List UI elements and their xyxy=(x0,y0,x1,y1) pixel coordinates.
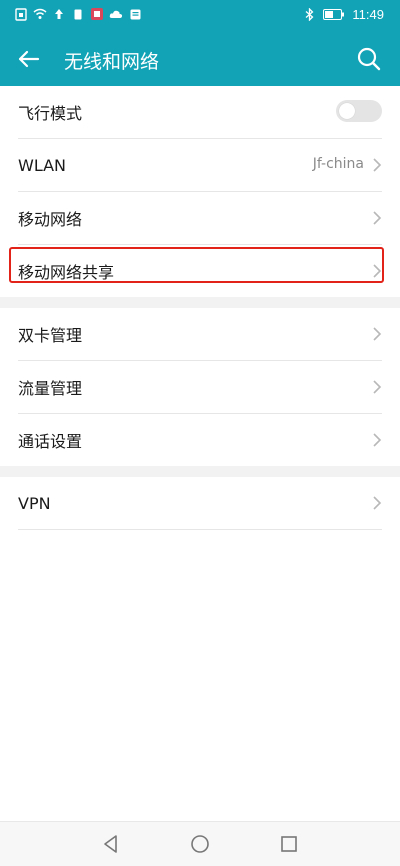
cloud-icon xyxy=(109,7,123,21)
nav-back-button[interactable] xyxy=(100,833,122,855)
row-call-settings[interactable]: 通话设置 xyxy=(18,414,382,466)
mobile-network-label: 移动网络 xyxy=(18,210,83,229)
sim-icon xyxy=(14,7,28,21)
row-wlan[interactable]: WLAN Jf-china xyxy=(18,139,382,192)
status-icons-left xyxy=(14,7,142,21)
wifi-icon xyxy=(33,7,47,21)
search-button[interactable] xyxy=(354,44,384,74)
row-data-usage[interactable]: 流量管理 xyxy=(18,361,382,414)
call-settings-label: 通话设置 xyxy=(18,432,83,451)
chevron-right-icon xyxy=(373,380,382,394)
row-dual-sim[interactable]: 双卡管理 xyxy=(18,308,382,361)
app-bar: 无线和网络 xyxy=(0,32,400,86)
chevron-right-icon xyxy=(373,496,382,510)
vpn-label: VPN xyxy=(18,493,51,513)
status-bar: 11:49 xyxy=(0,0,400,32)
nav-recents-button[interactable] xyxy=(278,833,300,855)
page-title: 无线和网络 xyxy=(64,51,160,73)
dual-sim-label: 双卡管理 xyxy=(18,326,83,345)
chevron-right-icon xyxy=(373,211,382,225)
row-vpn[interactable]: VPN xyxy=(18,477,382,530)
mail-icon xyxy=(128,7,142,21)
row-airplane-mode[interactable]: 飞行模式 xyxy=(18,86,382,139)
back-triangle-icon xyxy=(104,835,117,853)
bluetooth-icon xyxy=(302,8,316,22)
section-divider xyxy=(0,466,400,477)
chevron-right-icon xyxy=(373,433,382,447)
settings-list: 飞行模式 WLAN Jf-china 移动网络 移动网络共享 双卡管理 流量管理… xyxy=(0,86,400,530)
search-icon xyxy=(357,47,381,71)
recents-square-icon xyxy=(281,836,297,852)
home-circle-icon xyxy=(191,835,209,853)
chevron-right-icon xyxy=(373,158,382,172)
data-usage-label: 流量管理 xyxy=(18,379,83,398)
navigation-bar xyxy=(0,821,400,866)
chevron-right-icon xyxy=(373,327,382,341)
section-divider xyxy=(0,297,400,308)
back-button[interactable] xyxy=(14,44,44,74)
wlan-label: WLAN xyxy=(18,155,67,175)
app-icon xyxy=(90,7,104,21)
toggle-knob xyxy=(339,103,355,119)
status-time: 11:49 xyxy=(352,7,384,22)
nav-home-button[interactable] xyxy=(189,833,211,855)
highlight-box xyxy=(9,247,384,283)
upload-icon xyxy=(52,7,66,21)
airplane-mode-toggle[interactable] xyxy=(336,100,382,122)
row-mobile-network[interactable]: 移动网络 xyxy=(18,192,382,245)
notification-icon xyxy=(71,7,85,21)
wlan-value: Jf-china xyxy=(312,156,364,172)
battery-icon xyxy=(322,8,346,22)
status-icons-right: 11:49 xyxy=(302,7,384,22)
airplane-mode-label: 飞行模式 xyxy=(18,104,83,123)
back-arrow-icon xyxy=(18,50,40,68)
